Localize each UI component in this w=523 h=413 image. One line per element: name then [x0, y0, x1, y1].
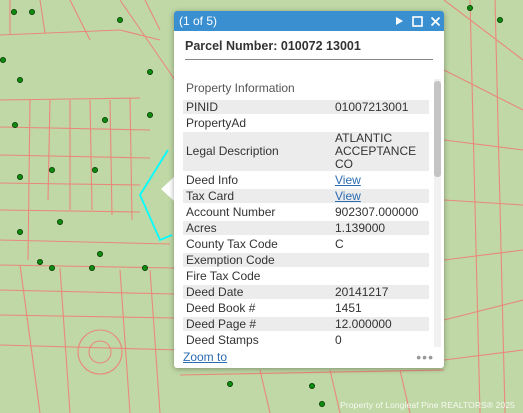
attribute-row: Tax Card View: [183, 189, 429, 203]
attribute-row: County Tax Code C: [183, 237, 429, 251]
attribute-key: Deed Info: [186, 172, 239, 187]
attribute-value: 20141217: [332, 285, 429, 299]
attribute-key: Deed Book #: [186, 300, 256, 315]
popup-titlebar: (1 of 5): [174, 11, 444, 31]
attribute-row: Fire Tax Code: [183, 269, 429, 283]
close-icon: [430, 16, 440, 26]
attribute-key: Deed Page #: [183, 317, 332, 331]
attribute-value: 0: [335, 332, 342, 347]
attribute-key: Tax Card: [183, 189, 332, 203]
attribute-key: Exemption Code: [183, 253, 332, 267]
attribute-key: Deed Stamps: [186, 332, 259, 347]
attribute-key: Deed Date: [183, 285, 332, 299]
more-options-icon[interactable]: •••: [416, 349, 434, 365]
attribute-value: View: [332, 173, 429, 187]
attribute-key: PropertyAd: [186, 115, 247, 130]
attribute-value: [332, 269, 429, 283]
attribute-value: View: [332, 189, 429, 203]
maximize-icon: [411, 15, 423, 27]
attribute-value: [332, 116, 429, 130]
attribute-row: Acres 1.139000: [183, 221, 429, 235]
attribute-value: ATLANTIC ACCEPTANCE CO: [332, 132, 429, 171]
attribute-key: Acres: [183, 221, 332, 235]
attribute-key: Account Number: [186, 204, 276, 219]
attribute-value: [332, 253, 429, 267]
play-icon: [396, 17, 403, 25]
close-button[interactable]: [426, 11, 444, 31]
attribute-key: Fire Tax Code: [186, 268, 261, 283]
popup-scrollbar[interactable]: [434, 79, 441, 347]
attribute-value: C: [335, 236, 344, 251]
scrollbar-thumb[interactable]: [434, 81, 441, 177]
watermark: Property of Longleaf Pine REALTORS® 2025: [340, 400, 515, 410]
attribute-row: PINID 01007213001: [183, 100, 429, 114]
attribute-row: Exemption Code: [183, 253, 429, 267]
view-link[interactable]: View: [335, 173, 361, 187]
attribute-row: Deed Date 20141217: [183, 285, 429, 299]
attribute-row: Deed Stamps 0: [183, 333, 429, 347]
attribute-row: Deed Page #12.000000: [183, 317, 429, 331]
zoom-to-link[interactable]: Zoom to: [183, 350, 227, 364]
attribute-key: County Tax Code: [186, 236, 278, 251]
view-link[interactable]: View: [335, 189, 361, 203]
attribute-key: PINID: [183, 100, 332, 114]
section-title: Property Information: [186, 81, 295, 95]
info-popup: (1 of 5) Parcel Number: 010072 13001 Pro…: [174, 11, 444, 368]
popup-counter: (1 of 5): [179, 14, 218, 28]
attribute-value: 902307.000000: [335, 204, 419, 219]
attribute-row: Deed Book # 1451: [183, 301, 429, 315]
attribute-value: 12.000000: [332, 317, 429, 331]
next-feature-button[interactable]: [390, 11, 408, 31]
attribute-row: Account Number 902307.000000: [183, 205, 429, 219]
parcel-title: Parcel Number: 010072 13001: [185, 39, 433, 60]
attribute-table: PINID 01007213001 PropertyAd Legal Descript…: [183, 98, 429, 347]
attribute-row: Deed Info View: [183, 173, 429, 187]
popup-pointer: [161, 177, 174, 201]
popup-content[interactable]: Property Information PINID 01007213001 Pro…: [183, 79, 438, 347]
attribute-key: Legal Description: [183, 132, 332, 171]
maximize-button[interactable]: [408, 11, 426, 31]
attribute-row: Legal Description ATLANTIC ACCEPTANCE CO: [183, 132, 429, 171]
attribute-value: 1.139000: [332, 221, 429, 235]
attribute-value: 01007213001: [332, 100, 429, 114]
popup-footer: Zoom to •••: [183, 349, 434, 365]
attribute-value: 1451: [335, 300, 362, 315]
attribute-row: PropertyAd: [183, 116, 429, 130]
